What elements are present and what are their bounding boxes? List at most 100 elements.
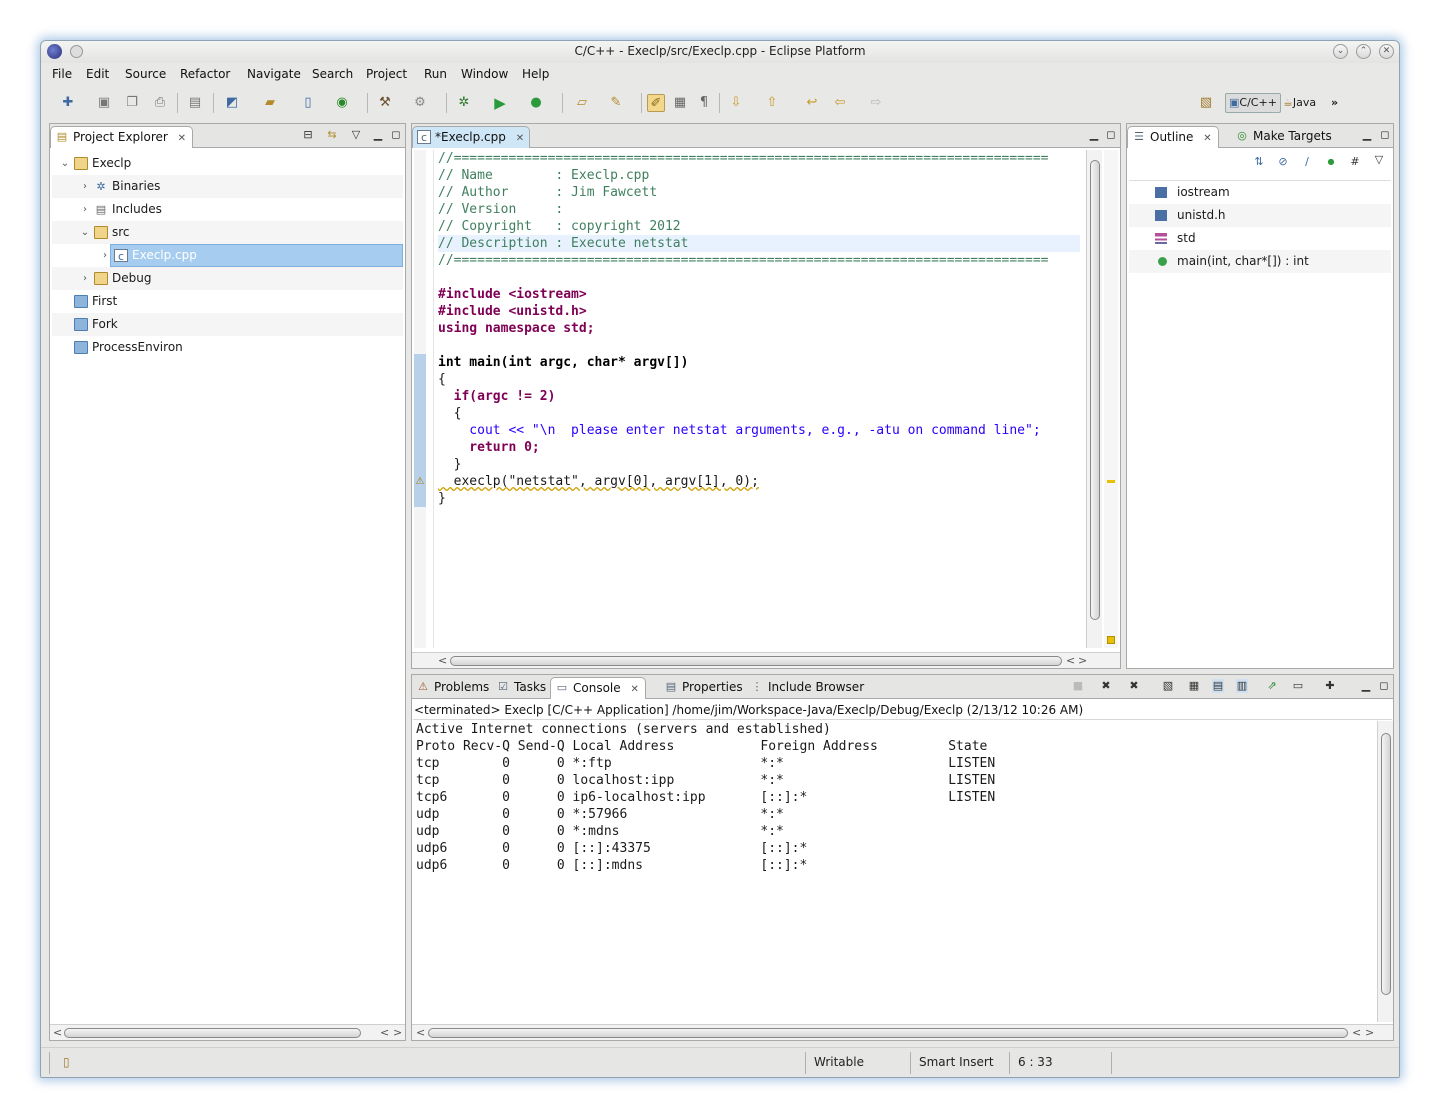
new-icon[interactable]: ✚ — [59, 94, 77, 112]
run-external-tools-icon[interactable]: ● — [527, 94, 545, 112]
build-binary-icon[interactable]: ▤ — [186, 94, 204, 112]
close-button[interactable]: ✕ — [1379, 44, 1394, 59]
scroll-left-icon[interactable]: < — [1066, 653, 1075, 669]
build-hammer-icon[interactable]: ⚒ — [376, 94, 394, 112]
outline-item-iostream[interactable]: iostream — [1129, 181, 1391, 204]
tree-item[interactable]: › ✲ Binaries — [52, 175, 403, 198]
chevron-right-icon[interactable]: › — [80, 175, 90, 198]
close-icon[interactable]: ✕ — [178, 133, 186, 144]
sort-icon[interactable]: ⇅ — [1253, 155, 1265, 169]
search-icon[interactable]: ✎ — [607, 94, 625, 112]
menu-source[interactable]: Source — [125, 67, 166, 81]
close-icon[interactable]: ✕ — [1203, 133, 1211, 144]
warning-icon[interactable]: ⚠ — [414, 475, 426, 489]
scroll-left-icon[interactable]: < — [416, 1025, 425, 1041]
menu-project[interactable]: Project — [366, 67, 407, 81]
scroll-right-icon[interactable]: > — [1365, 1025, 1374, 1041]
menu-file[interactable]: File — [52, 67, 72, 81]
tab-project-explorer[interactable]: ▤ Project Explorer ✕ — [50, 126, 194, 148]
console-output[interactable]: Active Internet connections (servers and… — [416, 721, 995, 874]
scroll-right-icon[interactable]: > — [1078, 653, 1087, 669]
chevron-right-icon[interactable]: › — [80, 198, 90, 221]
show-source-icon[interactable]: ▦ — [671, 94, 689, 112]
outline-item-main[interactable]: main(int, char*[]) : int — [1129, 250, 1391, 273]
scroll-thumb[interactable] — [1090, 160, 1100, 620]
console-vscroll[interactable] — [1377, 721, 1393, 1022]
new-class-icon[interactable]: ◉ — [333, 94, 351, 112]
hide-fields-icon[interactable]: ⊘ — [1277, 155, 1289, 169]
minimize-view-icon[interactable]: ▁ — [1360, 679, 1372, 693]
tree-item[interactable]: Fork — [52, 313, 403, 336]
back-icon[interactable]: ⇦ — [831, 94, 849, 112]
remove-launch-icon[interactable]: ✖ — [1100, 679, 1112, 693]
print-icon[interactable]: ⎙ — [151, 94, 169, 112]
menu-edit[interactable]: Edit — [86, 67, 109, 81]
save-icon[interactable]: ▣ — [95, 94, 113, 112]
tree-item[interactable]: › c Execlp.cpp — [52, 244, 403, 267]
clean-icon[interactable]: ⚙ — [411, 94, 429, 112]
scroll-thumb[interactable] — [450, 656, 1062, 666]
group-includes-icon[interactable]: # — [1349, 155, 1361, 169]
code-editor[interactable]: //======================================… — [438, 150, 1080, 648]
last-edit-icon[interactable]: ↩ — [803, 94, 821, 112]
tree-item[interactable]: ⌄ Execlp — [52, 152, 403, 175]
tab-console[interactable]: ▭ Console ✕ — [550, 677, 646, 699]
menu-help[interactable]: Help — [522, 67, 549, 81]
display-console-icon[interactable]: ▭ — [1292, 679, 1304, 693]
pin-console-icon[interactable]: ⇗ — [1266, 679, 1278, 693]
tree-item[interactable]: › ▤ Includes — [52, 198, 403, 221]
scroll-thumb[interactable] — [428, 1028, 1348, 1038]
chevron-right-icon[interactable]: › — [80, 267, 90, 290]
close-icon[interactable]: ✕ — [630, 684, 638, 695]
hide-non-public-icon[interactable]: ● — [1325, 155, 1337, 169]
open-perspective-icon[interactable]: ▧ — [1197, 94, 1215, 112]
show-whitespace-icon[interactable]: ¶ — [695, 94, 713, 112]
editor-vscroll[interactable] — [1086, 150, 1102, 648]
maximize-view-icon[interactable]: ◻ — [1379, 128, 1391, 142]
maximize-button[interactable]: ⌃ — [1356, 44, 1371, 59]
scroll-right-icon[interactable]: > — [393, 1025, 402, 1041]
scroll-left-icon[interactable]: < — [1352, 1025, 1361, 1041]
open-type-icon[interactable]: ▱ — [573, 94, 591, 112]
scroll-left-icon[interactable]: < — [380, 1025, 389, 1041]
minimize-button[interactable]: ⌄ — [1333, 44, 1348, 59]
tab-make-targets[interactable]: ◎ Make Targets — [1231, 126, 1338, 148]
chevron-right-icon[interactable]: › — [100, 244, 110, 267]
maximize-editor-icon[interactable]: ◻ — [1105, 128, 1117, 142]
menu-refactor[interactable]: Refactor — [180, 67, 230, 81]
next-annotation-icon[interactable]: ⇩ — [727, 94, 745, 112]
tab-properties[interactable]: ▤ Properties — [660, 677, 749, 699]
tab-include-browser[interactable]: ⋮ Include Browser — [746, 677, 870, 699]
collapse-all-icon[interactable]: ⊟ — [302, 128, 314, 142]
perspective-cpp-button[interactable]: ▣C/C++ — [1225, 93, 1281, 113]
editor-hscroll[interactable]: < < > — [412, 652, 1120, 668]
outline-item-std[interactable]: std — [1129, 227, 1391, 250]
close-icon[interactable]: ✕ — [516, 133, 524, 144]
warning-summary-icon[interactable] — [1107, 636, 1115, 644]
forward-icon[interactable]: ⇨ — [867, 94, 885, 112]
console-hscroll[interactable]: < < > — [412, 1024, 1393, 1040]
new-cpp-project-icon[interactable]: ◩ — [223, 94, 241, 112]
tree-item[interactable]: › Debug — [52, 267, 403, 290]
tree-item[interactable]: ProcessEnviron — [52, 336, 403, 359]
scroll-left-icon[interactable]: < — [438, 653, 447, 669]
minimize-view-icon[interactable]: ▁ — [1361, 128, 1373, 142]
tab-problems[interactable]: ⚠ Problems — [412, 677, 495, 699]
menu-navigate[interactable]: Navigate — [247, 67, 301, 81]
clear-console-icon[interactable]: ▧ — [1162, 679, 1174, 693]
scroll-thumb[interactable] — [64, 1028, 361, 1038]
remove-all-launches-icon[interactable]: ✖ — [1128, 679, 1140, 693]
tab-outline[interactable]: ☰ Outline ✕ — [1127, 126, 1219, 148]
warning-marker[interactable] — [1107, 480, 1115, 483]
view-menu-icon[interactable]: ▽ — [350, 128, 362, 142]
previous-annotation-icon[interactable]: ⇧ — [763, 94, 781, 112]
scroll-left-icon[interactable]: < — [53, 1025, 62, 1041]
save-all-icon[interactable]: ❐ — [123, 94, 141, 112]
tree-item[interactable]: ⌄ src — [52, 221, 403, 244]
menu-window[interactable]: Window — [461, 67, 508, 81]
tree-item[interactable]: First — [52, 290, 403, 313]
debug-icon[interactable]: ✲ — [455, 94, 473, 112]
scroll-thumb[interactable] — [1381, 733, 1391, 995]
maximize-view-icon[interactable]: ◻ — [390, 128, 402, 142]
show-on-output-icon[interactable]: ▤ — [1212, 679, 1224, 693]
